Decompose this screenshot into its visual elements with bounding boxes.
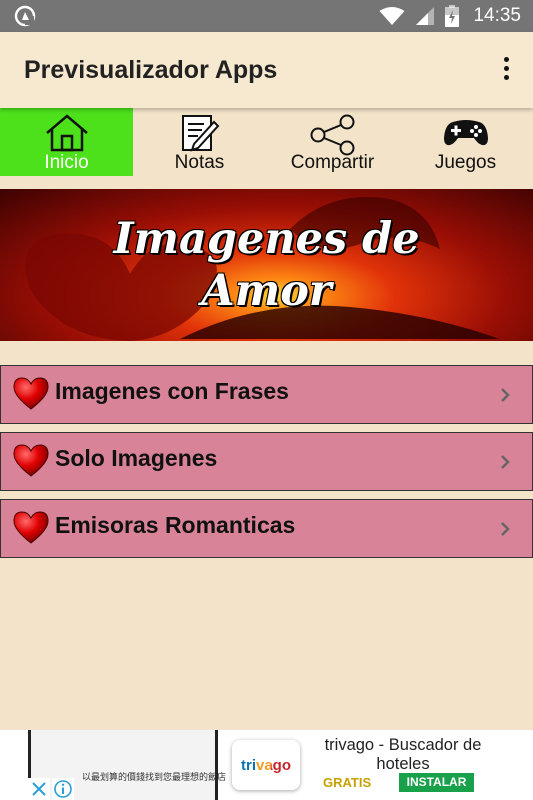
info-icon[interactable] bbox=[52, 778, 74, 800]
status-bar: 14:35 bbox=[0, 0, 533, 32]
banner-line-2: Amor bbox=[201, 266, 332, 316]
gamepad-icon bbox=[443, 120, 488, 146]
chevron-right-icon bbox=[501, 522, 510, 536]
home-icon bbox=[45, 114, 88, 152]
tab-label: Notas bbox=[174, 152, 225, 173]
banner-image: Imagenes de Amor bbox=[0, 189, 533, 341]
list-item[interactable]: Imagenes con Frases bbox=[0, 365, 533, 424]
install-button[interactable]: INSTALAR bbox=[399, 773, 474, 792]
more-vertical-icon[interactable] bbox=[501, 57, 511, 85]
ad-logo-text: trivago bbox=[240, 756, 291, 774]
tab-label: Inicio bbox=[44, 152, 89, 173]
heart-icon bbox=[13, 511, 49, 544]
notes-icon bbox=[181, 115, 219, 152]
wifi-icon bbox=[379, 7, 405, 25]
trivago-logo: trivago bbox=[232, 740, 300, 790]
app-title: Previsualizador Apps bbox=[24, 56, 278, 84]
tab-inicio[interactable]: Inicio bbox=[0, 108, 133, 176]
heart-icon bbox=[13, 444, 49, 477]
list-item-label: Imagenes con Frases bbox=[55, 378, 289, 404]
tab-juegos[interactable]: Juegos bbox=[399, 108, 532, 176]
ad-price: GRATIS bbox=[323, 775, 372, 790]
list-item-label: Emisoras Romanticas bbox=[55, 512, 296, 538]
app-notification-icon bbox=[14, 5, 36, 27]
battery-icon bbox=[445, 5, 460, 27]
signal-icon bbox=[416, 7, 435, 25]
tab-label: Juegos bbox=[434, 152, 497, 173]
status-time: 14:35 bbox=[473, 5, 521, 26]
chevron-right-icon bbox=[501, 455, 510, 469]
list-item[interactable]: Solo Imagenes bbox=[0, 432, 533, 491]
chevron-right-icon bbox=[501, 388, 510, 402]
share-icon bbox=[310, 114, 354, 156]
ad-title: trivago - Buscador de hoteles bbox=[324, 736, 482, 773]
menu-list: Imagenes con Frases Solo Imagenes Emisor… bbox=[0, 365, 533, 566]
tab-notas[interactable]: Notas bbox=[133, 108, 266, 176]
banner-title: Imagenes de Amor bbox=[0, 213, 533, 317]
tab-compartir[interactable]: Compartir bbox=[266, 108, 399, 176]
app-bar: Previsualizador Apps bbox=[0, 32, 533, 108]
heart-icon bbox=[13, 377, 49, 410]
tab-bar: Inicio Notas Compartir Juegos bbox=[0, 108, 533, 176]
list-item[interactable]: Emisoras Romanticas bbox=[0, 499, 533, 558]
tab-label: Compartir bbox=[290, 152, 375, 173]
close-icon[interactable] bbox=[28, 778, 50, 800]
banner-line-1: Imagenes de bbox=[113, 214, 420, 264]
ad-image-text: 以最划算的價錢找到您最理想的飯店 bbox=[81, 772, 226, 782]
list-item-label: Solo Imagenes bbox=[55, 445, 218, 471]
